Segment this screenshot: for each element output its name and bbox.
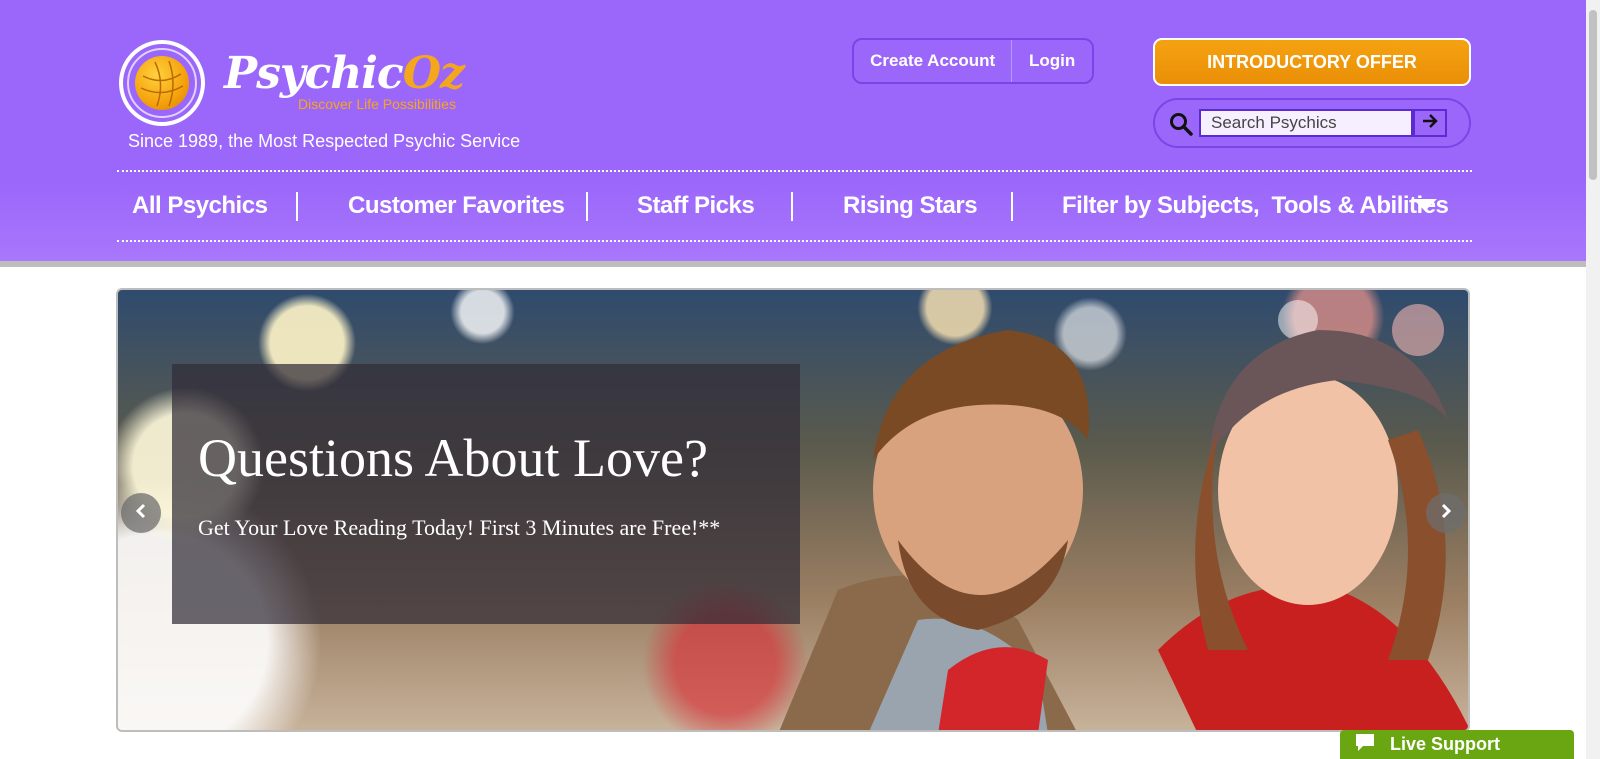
brand-name-main: Psychic: [224, 48, 404, 99]
account-links: Create Account Login: [852, 38, 1094, 84]
scrollbar-thumb[interactable]: [1589, 10, 1597, 180]
nav-bottom-divider: [117, 240, 1472, 242]
site-header: PsychicOz Discover Life Possibilities Si…: [0, 0, 1586, 261]
nav-rising-stars[interactable]: Rising Stars: [843, 190, 978, 222]
nav-staff-picks[interactable]: Staff Picks: [637, 190, 755, 222]
brand-logo-text[interactable]: PsychicOz: [224, 48, 465, 100]
search-icon[interactable]: [1169, 112, 1193, 141]
create-account-button[interactable]: Create Account: [854, 40, 1013, 82]
nav-separator: [296, 192, 298, 221]
nav-separator: [1011, 192, 1013, 221]
live-support-button[interactable]: Live Support: [1340, 730, 1574, 759]
chevron-right-icon: [1438, 503, 1454, 524]
carousel-next-button[interactable]: [1426, 493, 1466, 533]
hero-carousel[interactable]: Questions About Love? Get Your Love Read…: [116, 288, 1470, 732]
introductory-offer-button[interactable]: INTRODUCTORY OFFER: [1153, 38, 1471, 86]
page-scrollbar[interactable]: [1586, 0, 1600, 759]
nav-customer-favorites[interactable]: Customer Favorites: [348, 190, 565, 222]
hero-subtitle: Get Your Love Reading Today! First 3 Min…: [198, 515, 721, 540]
since-tagline: Since 1989, the Most Respected Psychic S…: [128, 131, 521, 151]
search-submit-button[interactable]: [1413, 109, 1447, 137]
hero-title: Questions About Love?: [198, 428, 708, 488]
nav-separator: [586, 192, 588, 221]
crystal-ball-icon: [135, 56, 189, 110]
header-divider: [0, 261, 1586, 267]
brand-tagline: Discover Life Possibilities: [298, 96, 456, 112]
caret-down-icon[interactable]: [1413, 199, 1437, 211]
search-bar: [1153, 98, 1471, 148]
search-input[interactable]: [1199, 109, 1413, 137]
hero-couple-image: [779, 300, 1468, 730]
live-support-label: Live Support: [1390, 734, 1501, 754]
logo-emblem[interactable]: [119, 40, 205, 126]
carousel-prev-button[interactable]: [121, 493, 161, 533]
nav-all-psychics[interactable]: All Psychics: [132, 190, 268, 222]
hero-caption: Questions About Love? Get Your Love Read…: [172, 364, 800, 624]
chevron-left-icon: [133, 503, 149, 524]
login-button[interactable]: Login: [1012, 40, 1092, 82]
arrow-right-icon: [1421, 113, 1439, 134]
chat-bubble-icon: [1354, 732, 1376, 757]
nav-filter-subjects[interactable]: Filter by Subjects, Tools & Abilities: [1062, 190, 1449, 222]
brand-name-accent: Oz: [402, 48, 465, 99]
nav-separator: [791, 192, 793, 221]
nav-top-divider: [117, 170, 1472, 172]
